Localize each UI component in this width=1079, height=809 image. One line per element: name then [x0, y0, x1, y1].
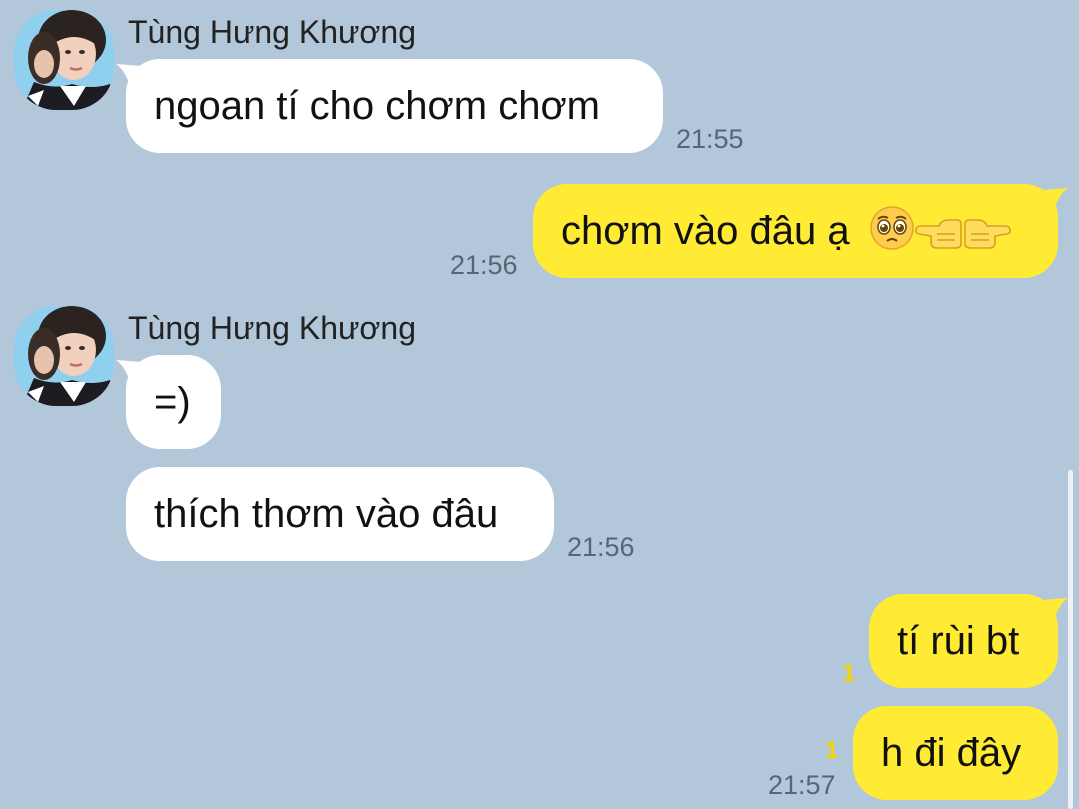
backhand-index-right-emoji-icon [963, 219, 1011, 249]
message-timestamp: 21:55 [676, 124, 744, 154]
message-timestamp: 21:56 [450, 250, 518, 280]
partner-avatar[interactable] [14, 306, 114, 406]
avatar-photo-icon [14, 306, 114, 406]
sender-name: Tùng Hưng Khương [128, 310, 416, 346]
message-bubble-outgoing[interactable]: tí rùi bt [869, 594, 1058, 688]
message-text: h đi đây [881, 731, 1022, 775]
sender-name: Tùng Hưng Khương [128, 14, 416, 50]
message-timestamp: 21:57 [768, 770, 836, 800]
message-timestamp: 21:56 [567, 532, 635, 562]
message-bubble-incoming[interactable]: ngoan tí cho chơm chơm [126, 59, 663, 153]
partner-avatar[interactable] [14, 10, 114, 110]
message-bubble-incoming[interactable]: thích thơm vào đâu [126, 467, 554, 561]
message-text: thích thơm vào đâu [154, 492, 499, 536]
message-bubble-outgoing[interactable]: chơm vào đâu ạ [533, 184, 1058, 278]
message-bubble-outgoing[interactable]: h đi đây [853, 706, 1058, 800]
pleading-face-emoji-icon [870, 206, 914, 250]
backhand-index-left-emoji-icon [914, 219, 962, 249]
message-bubble-incoming[interactable]: =) [126, 355, 221, 449]
message-text: =) [154, 380, 191, 424]
unread-count: 1 [825, 737, 839, 764]
chat-log: Tùng Hưng Khương ngoan tí cho chơm chơm … [0, 0, 1079, 809]
avatar-photo-icon [14, 10, 114, 110]
unread-count: 1 [842, 660, 856, 687]
message-text: tí rùi bt [897, 619, 1020, 663]
message-text: ngoan tí cho chơm chơm [154, 84, 600, 128]
message-text: chơm vào đâu ạ [561, 209, 850, 253]
scrollbar[interactable] [1068, 470, 1073, 809]
